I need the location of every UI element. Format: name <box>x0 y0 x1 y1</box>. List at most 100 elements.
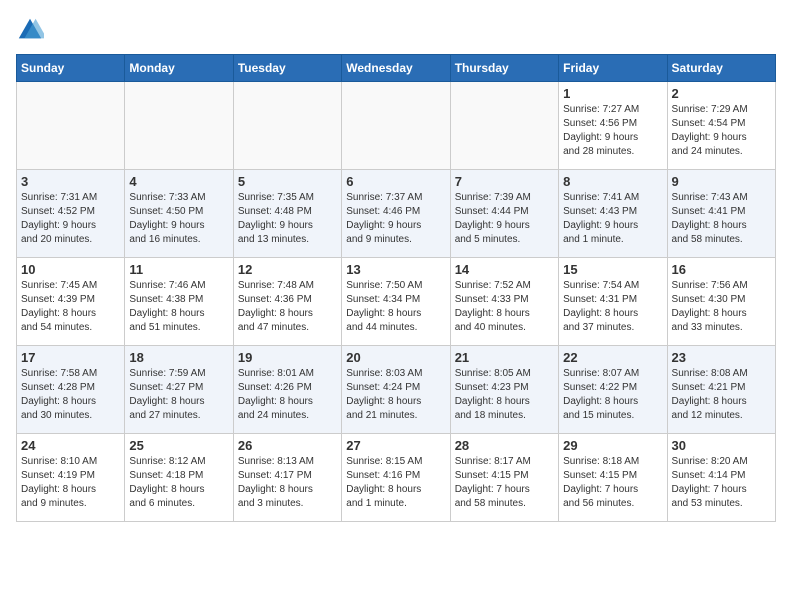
calendar-cell: 21 Sunrise: 8:05 AM Sunset: 4:23 PM Dayli… <box>450 346 558 434</box>
day-info: Sunrise: 7:59 AM Sunset: 4:27 PM Dayligh… <box>129 367 228 423</box>
day-number: 16 <box>672 262 771 277</box>
calendar-cell: 4 Sunrise: 7:33 AM Sunset: 4:50 PM Daylig… <box>125 170 233 258</box>
day-info: Sunrise: 7:45 AM Sunset: 4:39 PM Dayligh… <box>21 279 120 335</box>
day-number: 2 <box>672 86 771 101</box>
day-number: 27 <box>346 438 445 453</box>
calendar-cell: 28 Sunrise: 8:17 AM Sunset: 4:15 PM Dayli… <box>450 434 558 522</box>
day-info: Sunrise: 7:33 AM Sunset: 4:50 PM Dayligh… <box>129 191 228 247</box>
day-number: 6 <box>346 174 445 189</box>
day-info: Sunrise: 7:37 AM Sunset: 4:46 PM Dayligh… <box>346 191 445 247</box>
day-header-saturday: Saturday <box>667 55 775 82</box>
day-number: 22 <box>563 350 662 365</box>
day-info: Sunrise: 8:07 AM Sunset: 4:22 PM Dayligh… <box>563 367 662 423</box>
day-info: Sunrise: 8:15 AM Sunset: 4:16 PM Dayligh… <box>346 455 445 511</box>
day-info: Sunrise: 7:54 AM Sunset: 4:31 PM Dayligh… <box>563 279 662 335</box>
day-info: Sunrise: 8:08 AM Sunset: 4:21 PM Dayligh… <box>672 367 771 423</box>
day-header-wednesday: Wednesday <box>342 55 450 82</box>
day-number: 29 <box>563 438 662 453</box>
day-info: Sunrise: 7:35 AM Sunset: 4:48 PM Dayligh… <box>238 191 337 247</box>
day-number: 14 <box>455 262 554 277</box>
day-info: Sunrise: 7:58 AM Sunset: 4:28 PM Dayligh… <box>21 367 120 423</box>
calendar-cell: 1 Sunrise: 7:27 AM Sunset: 4:56 PM Daylig… <box>559 82 667 170</box>
day-info: Sunrise: 7:43 AM Sunset: 4:41 PM Dayligh… <box>672 191 771 247</box>
calendar-cell: 24 Sunrise: 8:10 AM Sunset: 4:19 PM Dayli… <box>17 434 125 522</box>
calendar-cell: 14 Sunrise: 7:52 AM Sunset: 4:33 PM Dayli… <box>450 258 558 346</box>
day-info: Sunrise: 8:17 AM Sunset: 4:15 PM Dayligh… <box>455 455 554 511</box>
day-info: Sunrise: 8:13 AM Sunset: 4:17 PM Dayligh… <box>238 455 337 511</box>
header <box>16 16 776 44</box>
calendar-cell: 13 Sunrise: 7:50 AM Sunset: 4:34 PM Dayli… <box>342 258 450 346</box>
day-header-sunday: Sunday <box>17 55 125 82</box>
calendar-header-row: SundayMondayTuesdayWednesdayThursdayFrid… <box>17 55 776 82</box>
calendar-cell: 26 Sunrise: 8:13 AM Sunset: 4:17 PM Dayli… <box>233 434 341 522</box>
calendar-cell: 3Sunrise: 7:31 AM Sunset: 4:52 PM Daylig… <box>17 170 125 258</box>
calendar-cell <box>17 82 125 170</box>
calendar-week-row: 10 Sunrise: 7:45 AM Sunset: 4:39 PM Dayli… <box>17 258 776 346</box>
day-number: 10 <box>21 262 120 277</box>
calendar-cell: 30 Sunrise: 8:20 AM Sunset: 4:14 PM Dayli… <box>667 434 775 522</box>
day-info: Sunrise: 8:20 AM Sunset: 4:14 PM Dayligh… <box>672 455 771 511</box>
calendar-cell: 19 Sunrise: 8:01 AM Sunset: 4:26 PM Dayli… <box>233 346 341 434</box>
calendar-cell: 16 Sunrise: 7:56 AM Sunset: 4:30 PM Dayli… <box>667 258 775 346</box>
day-info: Sunrise: 8:03 AM Sunset: 4:24 PM Dayligh… <box>346 367 445 423</box>
day-info: Sunrise: 7:41 AM Sunset: 4:43 PM Dayligh… <box>563 191 662 247</box>
calendar-cell: 9 Sunrise: 7:43 AM Sunset: 4:41 PM Daylig… <box>667 170 775 258</box>
day-info: Sunrise: 7:56 AM Sunset: 4:30 PM Dayligh… <box>672 279 771 335</box>
day-header-monday: Monday <box>125 55 233 82</box>
calendar-cell: 18 Sunrise: 7:59 AM Sunset: 4:27 PM Dayli… <box>125 346 233 434</box>
calendar-cell: 22 Sunrise: 8:07 AM Sunset: 4:22 PM Dayli… <box>559 346 667 434</box>
day-info: Sunrise: 7:48 AM Sunset: 4:36 PM Dayligh… <box>238 279 337 335</box>
calendar-week-row: 3Sunrise: 7:31 AM Sunset: 4:52 PM Daylig… <box>17 170 776 258</box>
day-info: Sunrise: 8:12 AM Sunset: 4:18 PM Dayligh… <box>129 455 228 511</box>
calendar-week-row: 24 Sunrise: 8:10 AM Sunset: 4:19 PM Dayli… <box>17 434 776 522</box>
day-info: Sunrise: 7:27 AM Sunset: 4:56 PM Dayligh… <box>563 103 662 159</box>
calendar-cell <box>125 82 233 170</box>
calendar-cell: 5 Sunrise: 7:35 AM Sunset: 4:48 PM Daylig… <box>233 170 341 258</box>
day-number: 28 <box>455 438 554 453</box>
day-number: 13 <box>346 262 445 277</box>
day-number: 30 <box>672 438 771 453</box>
calendar-cell: 8 Sunrise: 7:41 AM Sunset: 4:43 PM Daylig… <box>559 170 667 258</box>
day-number: 17 <box>21 350 120 365</box>
day-info: Sunrise: 8:05 AM Sunset: 4:23 PM Dayligh… <box>455 367 554 423</box>
day-number: 1 <box>563 86 662 101</box>
day-info: Sunrise: 7:31 AM Sunset: 4:52 PM Dayligh… <box>21 191 120 247</box>
calendar-cell: 27 Sunrise: 8:15 AM Sunset: 4:16 PM Dayli… <box>342 434 450 522</box>
calendar-cell: 29Sunrise: 8:18 AM Sunset: 4:15 PM Dayli… <box>559 434 667 522</box>
logo <box>16 16 48 44</box>
day-info: Sunrise: 7:50 AM Sunset: 4:34 PM Dayligh… <box>346 279 445 335</box>
day-number: 5 <box>238 174 337 189</box>
calendar-cell: 2 Sunrise: 7:29 AM Sunset: 4:54 PM Daylig… <box>667 82 775 170</box>
logo-icon <box>16 16 44 44</box>
calendar-cell: 11 Sunrise: 7:46 AM Sunset: 4:38 PM Dayli… <box>125 258 233 346</box>
day-info: Sunrise: 8:10 AM Sunset: 4:19 PM Dayligh… <box>21 455 120 511</box>
day-number: 24 <box>21 438 120 453</box>
day-number: 9 <box>672 174 771 189</box>
calendar-cell: 17 Sunrise: 7:58 AM Sunset: 4:28 PM Dayli… <box>17 346 125 434</box>
calendar-cell: 6 Sunrise: 7:37 AM Sunset: 4:46 PM Daylig… <box>342 170 450 258</box>
calendar-cell: 15 Sunrise: 7:54 AM Sunset: 4:31 PM Dayli… <box>559 258 667 346</box>
day-number: 15 <box>563 262 662 277</box>
day-number: 18 <box>129 350 228 365</box>
day-info: Sunrise: 7:46 AM Sunset: 4:38 PM Dayligh… <box>129 279 228 335</box>
day-number: 25 <box>129 438 228 453</box>
calendar-cell <box>233 82 341 170</box>
day-header-tuesday: Tuesday <box>233 55 341 82</box>
day-info: Sunrise: 8:01 AM Sunset: 4:26 PM Dayligh… <box>238 367 337 423</box>
calendar-cell <box>342 82 450 170</box>
day-number: 26 <box>238 438 337 453</box>
day-number: 11 <box>129 262 228 277</box>
day-number: 23 <box>672 350 771 365</box>
day-number: 12 <box>238 262 337 277</box>
day-info: Sunrise: 7:52 AM Sunset: 4:33 PM Dayligh… <box>455 279 554 335</box>
calendar-cell: 23 Sunrise: 8:08 AM Sunset: 4:21 PM Dayli… <box>667 346 775 434</box>
calendar-cell <box>450 82 558 170</box>
day-number: 20 <box>346 350 445 365</box>
day-number: 19 <box>238 350 337 365</box>
day-number: 21 <box>455 350 554 365</box>
day-info: Sunrise: 7:29 AM Sunset: 4:54 PM Dayligh… <box>672 103 771 159</box>
day-number: 4 <box>129 174 228 189</box>
day-number: 8 <box>563 174 662 189</box>
calendar-cell: 7Sunrise: 7:39 AM Sunset: 4:44 PM Daylig… <box>450 170 558 258</box>
calendar: SundayMondayTuesdayWednesdayThursdayFrid… <box>16 54 776 522</box>
